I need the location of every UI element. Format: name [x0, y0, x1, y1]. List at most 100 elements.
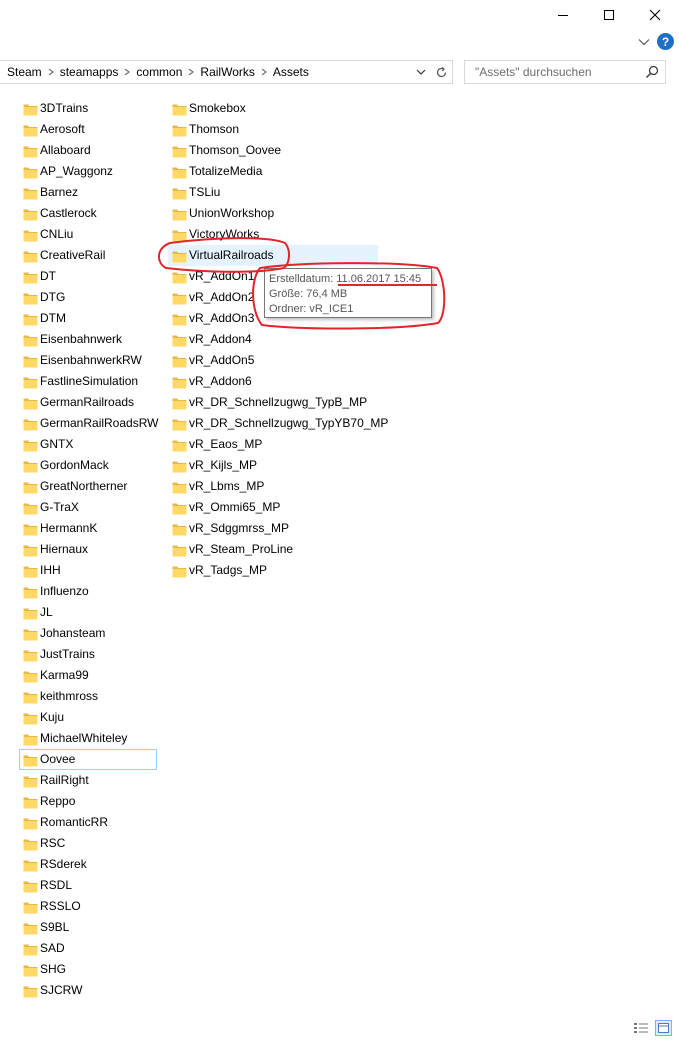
- folder-item[interactable]: DTG: [19, 287, 157, 308]
- breadcrumb-separator-icon[interactable]: [182, 61, 200, 83]
- folder-item[interactable]: Aerosoft: [19, 119, 157, 140]
- folder-item[interactable]: vR_Addon4: [168, 329, 378, 350]
- folder-item[interactable]: CNLiu: [19, 224, 157, 245]
- folder-item[interactable]: GreatNortherner: [19, 476, 157, 497]
- folder-item[interactable]: RSderek: [19, 854, 157, 875]
- folder-item[interactable]: AP_Waggonz: [19, 161, 157, 182]
- folder-item[interactable]: Barnez: [19, 182, 157, 203]
- folder-item[interactable]: HermannK: [19, 518, 157, 539]
- folder-icon: [23, 545, 38, 556]
- breadcrumb-item[interactable]: RailWorks: [200, 65, 254, 79]
- folder-item[interactable]: CreativeRail: [19, 245, 157, 266]
- folder-item[interactable]: Johansteam: [19, 623, 157, 644]
- folder-item[interactable]: DT: [19, 266, 157, 287]
- breadcrumb-item[interactable]: Steam: [7, 65, 42, 79]
- details-view-icon[interactable]: [633, 1021, 649, 1035]
- folder-item[interactable]: vR_AddOn5: [168, 350, 378, 371]
- folder-item[interactable]: SJCRW: [19, 980, 157, 1001]
- folder-item[interactable]: vR_Ommi65_MP: [168, 497, 378, 518]
- folder-item[interactable]: GermanRailroads: [19, 392, 157, 413]
- folder-item[interactable]: VictoryWorks: [168, 224, 378, 245]
- folder-item[interactable]: Thomson_Oovee: [168, 140, 378, 161]
- breadcrumb-separator-icon[interactable]: [42, 61, 60, 83]
- folder-name: S9BL: [40, 920, 70, 934]
- folder-item[interactable]: vR_Tadgs_MP: [168, 560, 378, 581]
- folder-item[interactable]: vR_Kijls_MP: [168, 455, 378, 476]
- folder-icon: [23, 713, 38, 724]
- folder-item[interactable]: Hiernaux: [19, 539, 157, 560]
- folder-item[interactable]: G-TraX: [19, 497, 157, 518]
- close-button[interactable]: [632, 0, 678, 30]
- address-bar[interactable]: Steam steamapps common RailWorks Assets: [0, 60, 432, 84]
- folder-item[interactable]: SAD: [19, 938, 157, 959]
- breadcrumb-separator-icon[interactable]: [118, 61, 136, 83]
- expand-ribbon-button[interactable]: [636, 34, 652, 50]
- breadcrumb-item[interactable]: Assets: [273, 65, 309, 79]
- folder-name: Hiernaux: [40, 542, 89, 556]
- folder-item[interactable]: vR_Lbms_MP: [168, 476, 378, 497]
- folder-name: RSSLO: [40, 899, 81, 913]
- minimize-button[interactable]: [540, 0, 586, 30]
- folder-item[interactable]: S9BL: [19, 917, 157, 938]
- folder-icon: [23, 356, 38, 367]
- folder-name: RailRight: [40, 773, 89, 787]
- folder-item[interactable]: FastlineSimulation: [19, 371, 157, 392]
- folder-item[interactable]: Allaboard: [19, 140, 157, 161]
- folder-item[interactable]: Oovee: [19, 749, 157, 770]
- folder-item[interactable]: GordonMack: [19, 455, 157, 476]
- folder-item[interactable]: RomanticRR: [19, 812, 157, 833]
- folder-item[interactable]: GermanRailRoadsRW: [19, 413, 158, 434]
- maximize-button[interactable]: [586, 0, 632, 30]
- folder-item[interactable]: JL: [19, 602, 157, 623]
- breadcrumb-item[interactable]: common: [136, 65, 182, 79]
- folder-icon: [23, 293, 38, 304]
- folder-item[interactable]: vR_Addon6: [168, 371, 378, 392]
- folder-item[interactable]: RSC: [19, 833, 157, 854]
- folder-item[interactable]: Eisenbahnwerk: [19, 329, 157, 350]
- folder-item[interactable]: vR_DR_Schnellzugwg_TypB_MP: [168, 392, 378, 413]
- search-input[interactable]: [465, 61, 640, 83]
- address-history-dropdown[interactable]: [412, 61, 430, 83]
- folder-item[interactable]: Reppo: [19, 791, 157, 812]
- folder-item[interactable]: VirtualRailroads: [168, 245, 378, 266]
- folder-item[interactable]: 3DTrains: [19, 98, 157, 119]
- folder-item[interactable]: keithmross: [19, 686, 157, 707]
- search-icon[interactable]: [645, 65, 659, 79]
- folder-item[interactable]: TotalizeMedia: [168, 161, 378, 182]
- breadcrumb-separator-icon[interactable]: [255, 61, 273, 83]
- folder-item[interactable]: vR_DR_Schnellzugwg_TypYB70_MP: [168, 413, 388, 434]
- folder-item[interactable]: GNTX: [19, 434, 157, 455]
- large-icons-view-button[interactable]: [655, 1020, 672, 1036]
- folder-item[interactable]: Kuju: [19, 707, 157, 728]
- folder-name: vR_AddOn5: [189, 353, 255, 367]
- folder-item[interactable]: Thomson: [168, 119, 378, 140]
- folder-name: vR_Eaos_MP: [189, 437, 263, 451]
- folder-item[interactable]: TSLiu: [168, 182, 378, 203]
- folder-name: RSderek: [40, 857, 87, 871]
- folder-item[interactable]: DTM: [19, 308, 157, 329]
- folder-item[interactable]: Influenzo: [19, 581, 157, 602]
- folder-icon: [23, 503, 38, 514]
- breadcrumb-item[interactable]: steamapps: [60, 65, 119, 79]
- search-box[interactable]: [464, 60, 666, 84]
- folder-item[interactable]: UnionWorkshop: [168, 203, 378, 224]
- folder-item[interactable]: JustTrains: [19, 644, 157, 665]
- folder-icon: [23, 776, 38, 787]
- folder-item[interactable]: vR_Steam_ProLine: [168, 539, 378, 560]
- folder-item[interactable]: Karma99: [19, 665, 157, 686]
- folder-name: VirtualRailroads: [189, 248, 274, 262]
- folder-item[interactable]: Smokebox: [168, 98, 378, 119]
- folder-item[interactable]: vR_Sdggmrss_MP: [168, 518, 378, 539]
- folder-icon: [172, 209, 187, 220]
- folder-item[interactable]: vR_Eaos_MP: [168, 434, 378, 455]
- refresh-button[interactable]: [431, 60, 453, 84]
- folder-item[interactable]: RSDL: [19, 875, 157, 896]
- folder-item[interactable]: SHG: [19, 959, 157, 980]
- folder-item[interactable]: MichaelWhiteley: [19, 728, 157, 749]
- folder-item[interactable]: Castlerock: [19, 203, 157, 224]
- folder-item[interactable]: EisenbahnwerkRW: [19, 350, 157, 371]
- help-icon[interactable]: ?: [657, 33, 674, 50]
- folder-item[interactable]: RSSLO: [19, 896, 157, 917]
- folder-item[interactable]: IHH: [19, 560, 157, 581]
- folder-item[interactable]: RailRight: [19, 770, 157, 791]
